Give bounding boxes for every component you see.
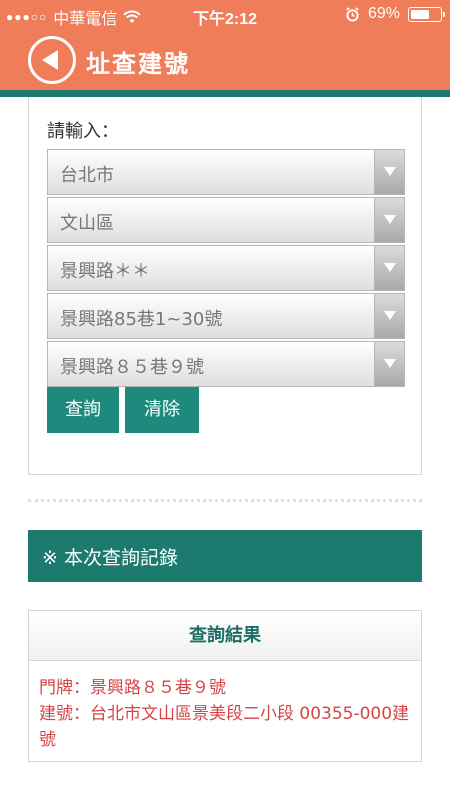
alarm-icon [345,6,360,22]
input-prompt: 請輸入： [47,121,119,142]
page-title: 址查建號 [86,50,190,78]
query-button[interactable]: 查詢 [47,387,119,433]
dropdown-toggle[interactable] [374,294,404,338]
header-divider [0,90,450,97]
battery-icon [408,6,445,22]
select-value: 景興路85巷1~30號 [60,309,223,330]
dropdown-toggle[interactable] [374,342,404,386]
road-select[interactable]: 景興路＊＊ [47,245,405,291]
dropdown-toggle[interactable] [374,246,404,290]
dropdown-toggle[interactable] [374,150,404,194]
app-header: 址查建號 [0,30,450,90]
results-header: 查詢結果 [29,611,421,661]
result-line-address: 門牌：景興路８５巷９號 [39,678,226,698]
back-arrow-icon [42,50,58,70]
select-value: 台北市 [60,165,114,186]
address-form: 請輸入： 台北市 文山區 景興路＊＊ 景興路85巷1~30號 景興路８５巷９號 … [28,97,422,475]
status-right: 69% [345,5,445,23]
chevron-down-icon [384,215,396,224]
clear-button[interactable]: 清除 [125,387,199,433]
chevron-down-icon [384,311,396,320]
select-value: 文山區 [60,213,114,234]
city-select[interactable]: 台北市 [47,149,405,195]
battery-percent: 69% [367,5,400,22]
chevron-down-icon [384,263,396,272]
record-title: ※ 本次查詢記錄 [42,547,178,569]
select-value: 景興路８５巷９號 [60,357,204,378]
select-value: 景興路＊＊ [60,261,150,282]
chevron-down-icon [384,167,396,176]
result-line-building-number: 建號：台北市文山區景美段二小段 00355-000建號 [39,704,410,750]
results-body: 門牌：景興路８５巷９號 建號：台北市文山區景美段二小段 00355-000建號 [39,675,411,753]
query-record-banner: ※ 本次查詢記錄 [28,530,422,582]
back-button[interactable] [28,36,76,84]
district-select[interactable]: 文山區 [47,197,405,243]
dotted-divider [28,499,422,502]
dropdown-toggle[interactable] [374,198,404,242]
chevron-down-icon [384,359,396,368]
results-panel: 查詢結果 門牌：景興路８５巷９號 建號：台北市文山區景美段二小段 00355-0… [28,610,422,762]
house-number-select[interactable]: 景興路８５巷９號 [47,341,405,387]
lane-range-select[interactable]: 景興路85巷1~30號 [47,293,405,339]
status-bar: ●●●○○ 中華電信 下午2:12 69% [0,0,450,30]
battery-fill [411,9,429,19]
